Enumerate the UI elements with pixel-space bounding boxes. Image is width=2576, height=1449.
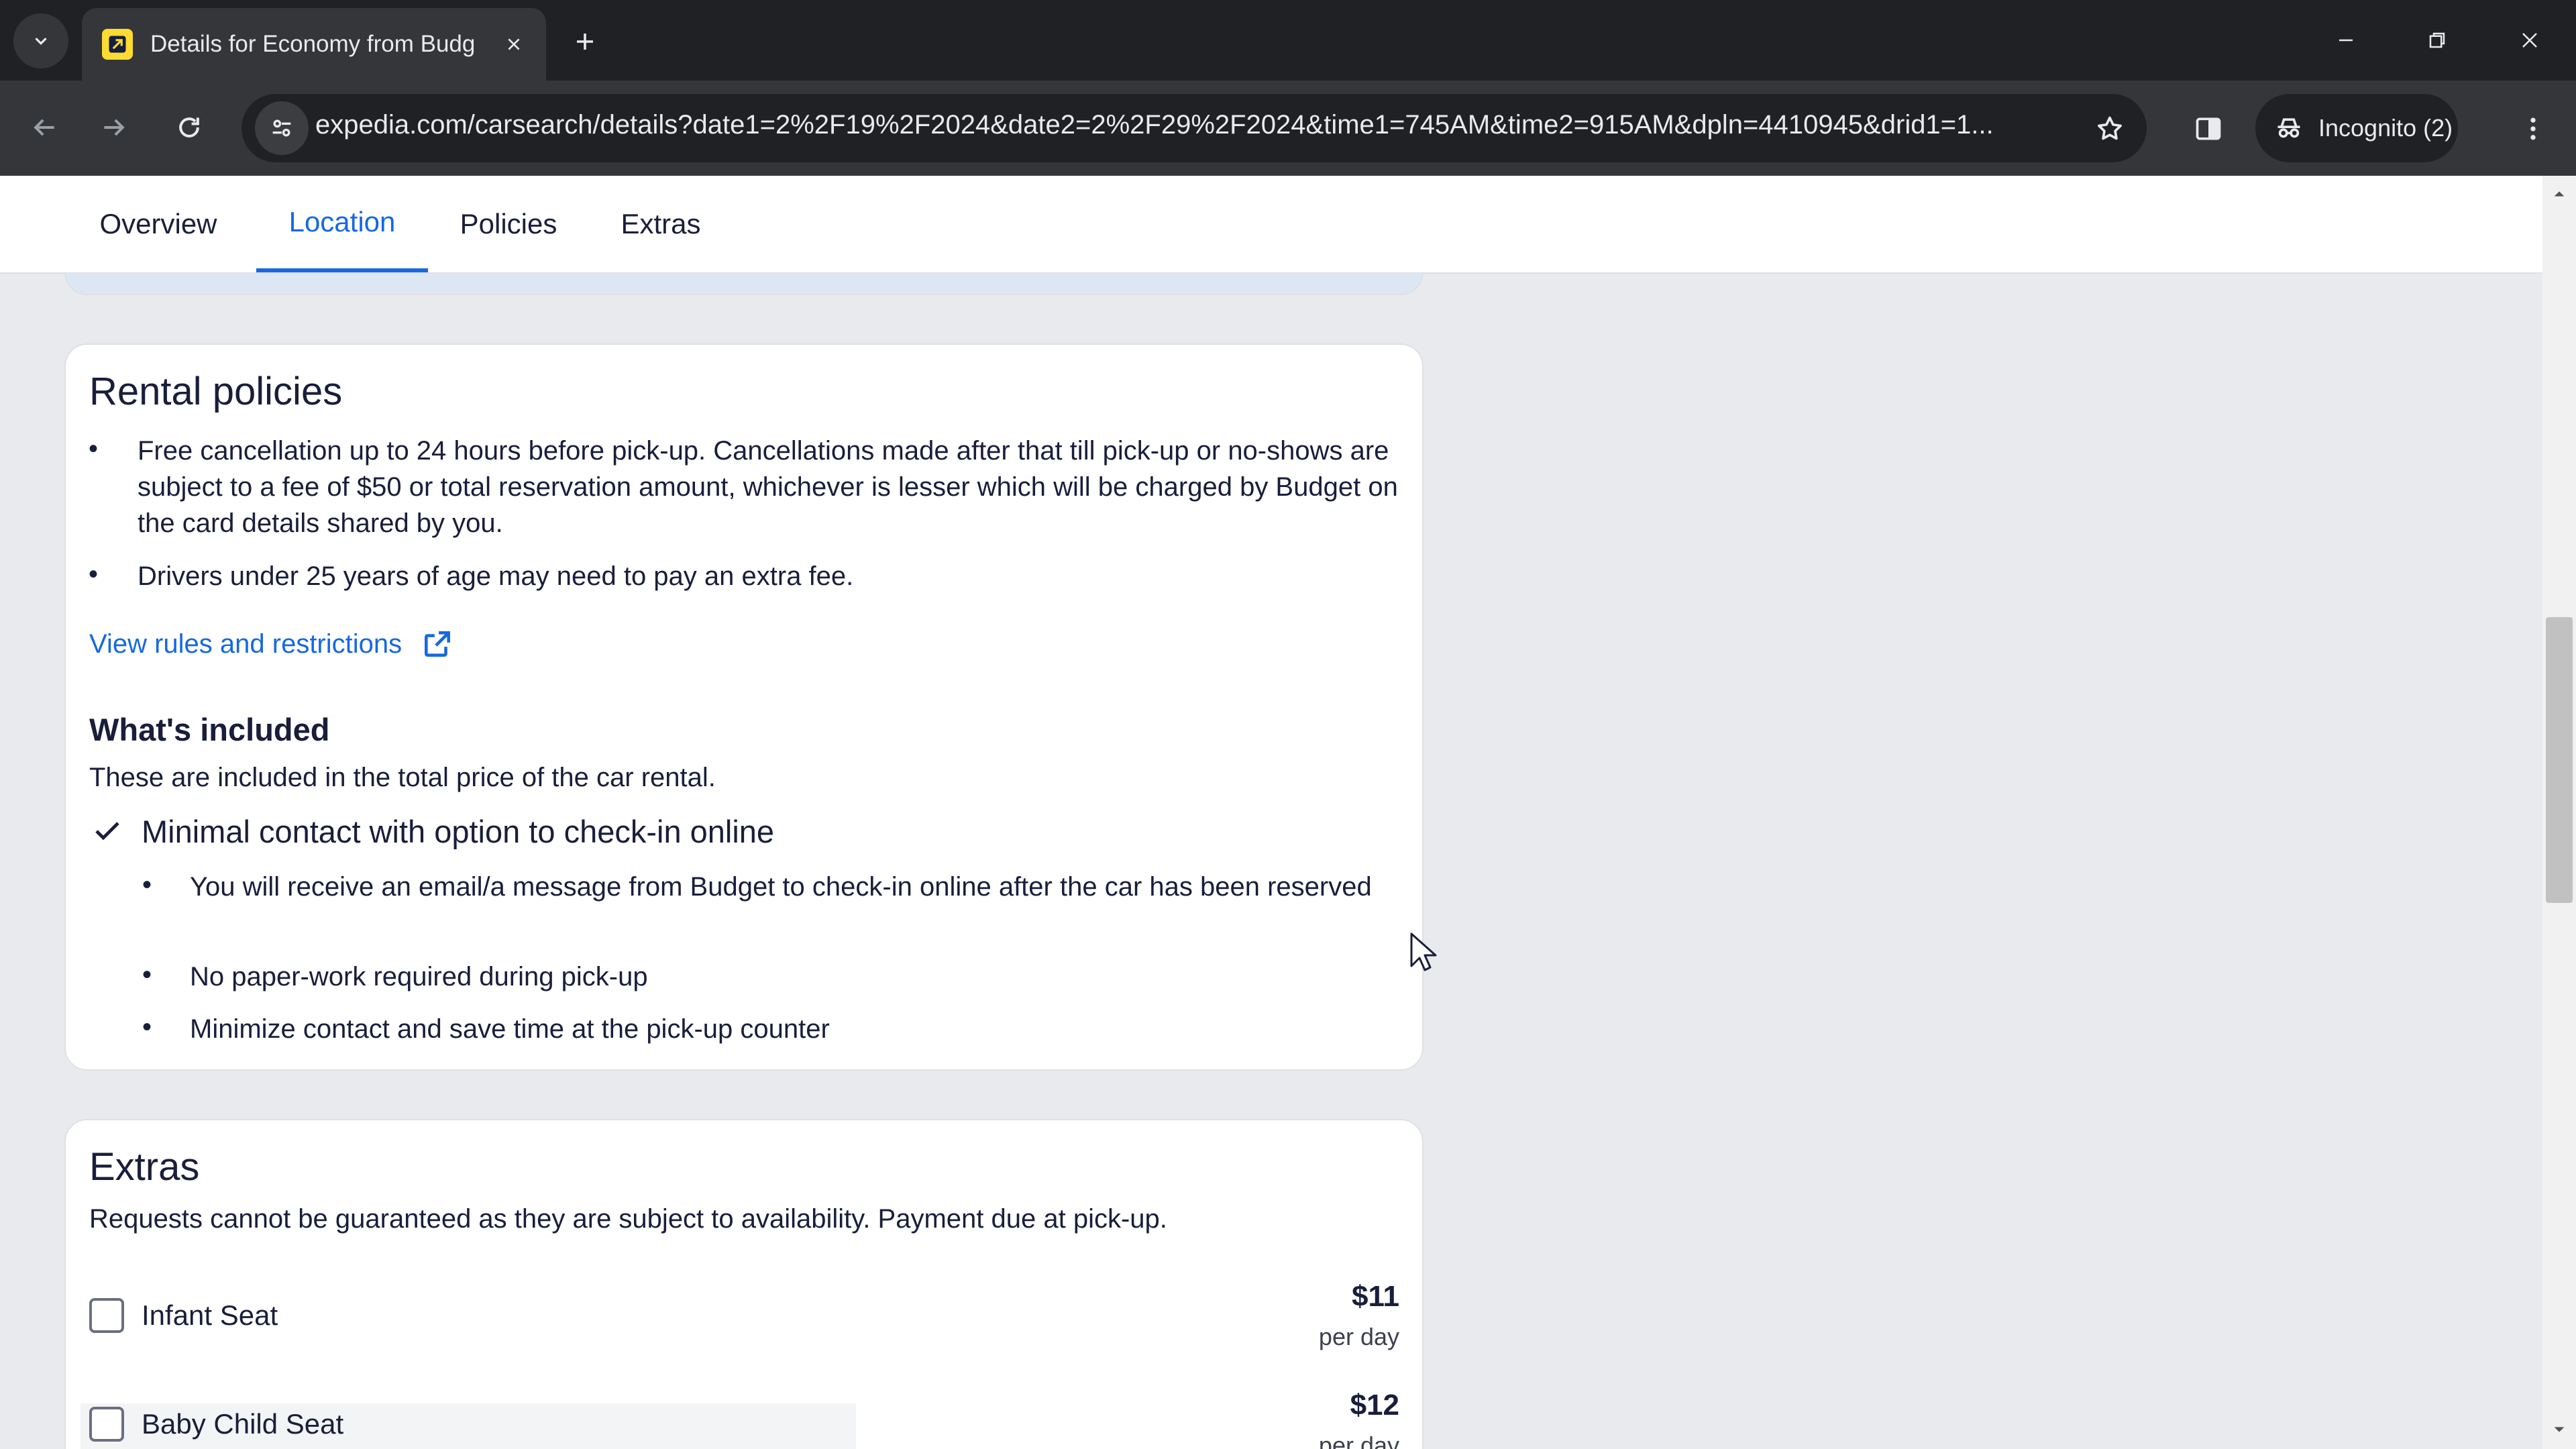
infant-seat-unit: per day xyxy=(1318,1323,1399,1350)
tab-policies[interactable]: Policies xyxy=(451,176,566,272)
arrow-right-icon xyxy=(104,119,125,136)
tune-icon xyxy=(272,119,291,137)
extra-baby-child-seat[interactable]: Baby Child Seat xyxy=(89,1407,343,1442)
more-vert-icon xyxy=(2530,117,2536,140)
baby-child-seat-label: Baby Child Seat xyxy=(142,1408,344,1440)
restore-button[interactable] xyxy=(2414,19,2461,62)
minimal-contact-feature: Minimal contact with option to check-in … xyxy=(142,814,775,849)
star-icon xyxy=(2098,116,2122,140)
feature-email-text: You will receive an email/a message from… xyxy=(190,872,1372,902)
bullet-dot: • xyxy=(89,434,99,464)
restore-icon xyxy=(2429,32,2445,48)
site-info-button[interactable] xyxy=(255,101,309,155)
close-window-button[interactable] xyxy=(2506,19,2553,62)
tab-title: Details for Economy from Budg xyxy=(150,31,476,57)
browser-menu-button[interactable] xyxy=(2506,102,2560,156)
baby-child-seat-unit: per day xyxy=(1318,1432,1399,1449)
whats-included-subtitle: These are included in the total price of… xyxy=(89,763,716,792)
incognito-icon xyxy=(2277,118,2300,138)
scroll-up-icon[interactable] xyxy=(2546,181,2572,207)
forward-button[interactable] xyxy=(87,101,141,154)
view-rules-link-label: View rules and restrictions xyxy=(89,629,402,659)
infant-seat-checkbox[interactable] xyxy=(89,1298,124,1333)
feature-paperwork-text: No paper-work required during pick-up xyxy=(190,962,648,991)
plus-icon xyxy=(577,34,593,50)
side-panel-icon xyxy=(2196,117,2221,140)
url-text[interactable]: expedia.com/carsearch/details?date1=2%2F… xyxy=(315,110,2080,140)
incognito-label: Incognito (2) xyxy=(2318,114,2453,142)
minimize-button[interactable] xyxy=(2322,19,2369,62)
bullet-dot: • xyxy=(142,1012,152,1042)
policy-cancellation-text: Free cancellation up to 24 hours before … xyxy=(138,436,1398,538)
extras-card xyxy=(64,1119,1424,1449)
feature-counter-text: Minimize contact and save time at the pi… xyxy=(190,1014,830,1044)
browser-tab[interactable]: Details for Economy from Budg xyxy=(82,8,546,80)
whats-included-title: What's included xyxy=(89,712,330,747)
checkmark-icon xyxy=(91,814,123,850)
close-tab-icon[interactable] xyxy=(500,31,527,58)
mouse-cursor-icon xyxy=(1409,931,1438,977)
bullet-dot: • xyxy=(89,559,99,589)
infant-seat-label: Infant Seat xyxy=(142,1299,278,1331)
bullet-dot: • xyxy=(142,960,152,989)
chevron-down-icon xyxy=(35,38,47,45)
extras-title: Extras xyxy=(89,1145,200,1189)
reload-button[interactable] xyxy=(162,101,216,154)
new-tab-button[interactable] xyxy=(565,21,605,62)
view-rules-link[interactable]: View rules and restrictions xyxy=(89,627,454,661)
tab-location[interactable]: Location xyxy=(256,176,428,272)
arrow-left-icon xyxy=(34,119,54,136)
external-link-icon xyxy=(425,631,451,657)
infant-seat-price: $11 xyxy=(1352,1280,1399,1313)
tab-extras[interactable]: Extras xyxy=(610,176,711,272)
scroll-down-icon[interactable] xyxy=(2546,1417,2572,1442)
expedia-favicon-icon xyxy=(102,29,133,60)
side-panel-button[interactable] xyxy=(2182,102,2235,156)
back-button[interactable] xyxy=(17,101,71,154)
close-icon xyxy=(2522,33,2537,48)
policy-age-text: Drivers under 25 years of age may need t… xyxy=(138,561,854,591)
baby-child-seat-price: $12 xyxy=(1350,1389,1399,1421)
baby-child-seat-checkbox[interactable] xyxy=(89,1407,124,1442)
tab-search-button[interactable] xyxy=(13,13,68,68)
scrollbar-thumb[interactable] xyxy=(2546,617,2573,903)
bullet-dot: • xyxy=(142,870,152,900)
incognito-button[interactable]: Incognito (2) xyxy=(2255,94,2458,162)
tab-overview[interactable]: Overview xyxy=(87,176,229,272)
reload-icon xyxy=(179,117,199,138)
minimize-icon xyxy=(2339,39,2353,42)
extras-subtitle: Requests cannot be guaranteed as they ar… xyxy=(89,1204,1167,1234)
bookmark-button[interactable] xyxy=(2083,102,2137,156)
extra-infant-seat[interactable]: Infant Seat xyxy=(89,1298,278,1333)
rental-policies-title: Rental policies xyxy=(89,370,343,413)
